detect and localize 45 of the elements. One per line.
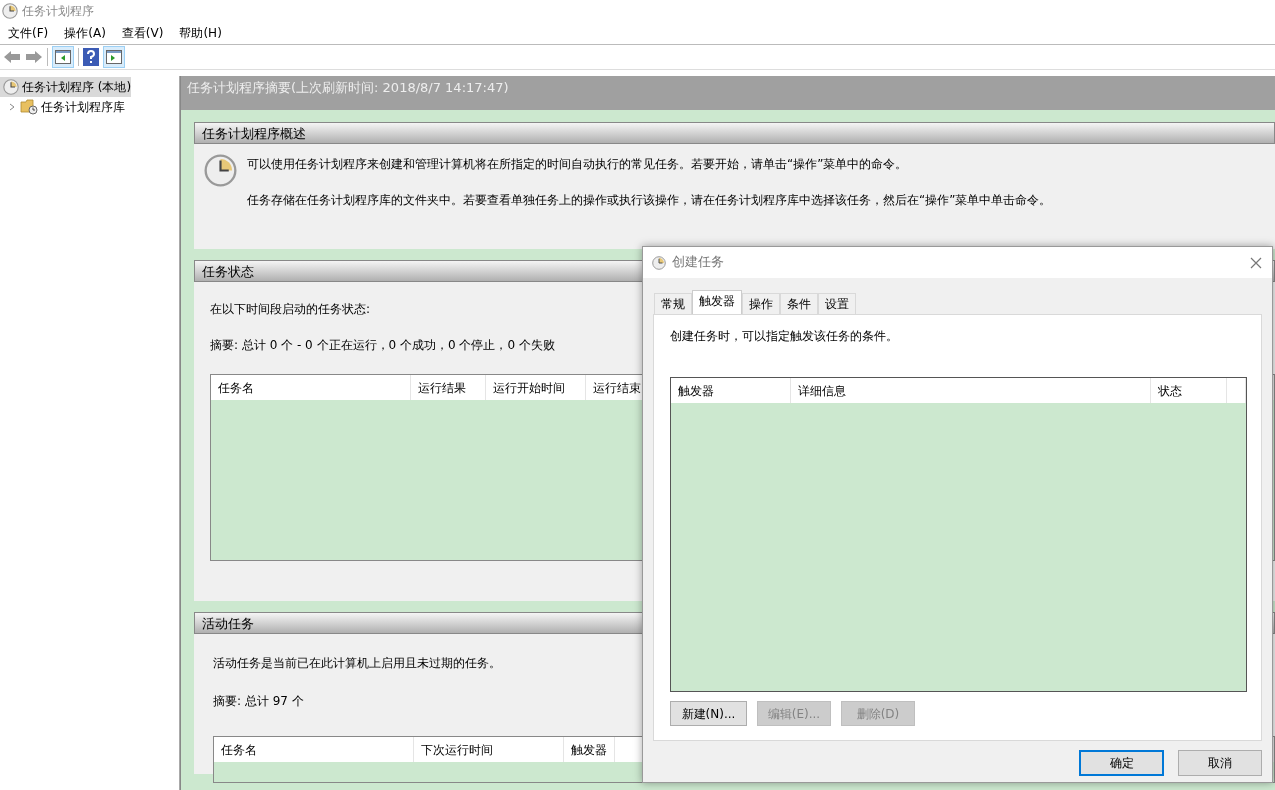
column-header[interactable]: 状态 xyxy=(1151,378,1227,403)
tab[interactable]: 常规 xyxy=(654,293,692,314)
column-header[interactable]: 触发器 xyxy=(671,378,791,403)
column-header[interactable]: 触发器 xyxy=(564,737,615,762)
column-header[interactable]: 任务名 xyxy=(211,375,411,400)
clock-icon xyxy=(2,3,18,19)
tree-item[interactable]: 任务计划程序 (本地) xyxy=(0,77,132,97)
tree-item[interactable]: 任务计划程序库 xyxy=(0,97,125,117)
folder-clock-icon xyxy=(20,99,38,115)
column-header[interactable]: 运行开始时间 xyxy=(486,375,586,400)
dialog-button[interactable]: 取消 xyxy=(1178,750,1262,776)
close-icon[interactable] xyxy=(1250,256,1262,269)
tab[interactable]: 操作 xyxy=(742,293,780,314)
status-text: 摘要: 总计 97 个 xyxy=(213,693,304,710)
clock-icon xyxy=(204,154,237,187)
back-icon[interactable] xyxy=(3,50,21,64)
column-header[interactable]: 详细信息 xyxy=(791,378,1151,403)
panel-header: 任务计划程序摘要(上次刷新时间: 2018/8/7 14:17:47) xyxy=(181,76,1275,110)
paragraph: 任务存储在任务计划程序库的文件夹中。若要查看单独任务上的操作或执行该操作，请在任务计划程序库中选择该任务，然后在“操作”菜单中单击命令。 xyxy=(247,192,1052,209)
tab[interactable]: 条件 xyxy=(780,293,818,314)
section-header: 任务计划程序概述 xyxy=(194,122,1275,144)
column-header[interactable]: 运行结果 xyxy=(411,375,486,400)
help-icon[interactable] xyxy=(83,48,99,66)
column-header[interactable]: 下次运行时间 xyxy=(414,737,564,762)
status-text: 摘要: 总计 0 个 - 0 个正在运行，0 个成功，0 个停止，0 个失败 xyxy=(210,337,555,354)
menu-item[interactable]: 操作(A) xyxy=(64,24,106,42)
clock-icon xyxy=(652,255,666,270)
forward-icon[interactable] xyxy=(25,50,43,64)
menu-item[interactable]: 帮助(H) xyxy=(179,24,222,42)
chevron-icon[interactable] xyxy=(7,102,17,112)
column-header[interactable]: 任务名 xyxy=(214,737,414,762)
paragraph: 可以使用任务计划程序来创建和管理计算机将在所指定的时间自动执行的常见任务。若要开始，请单击“操作”菜单中的命令。 xyxy=(247,156,909,173)
tab[interactable]: 设置 xyxy=(818,293,856,314)
status-text: 活动任务是当前已在此计算机上启用且未过期的任务。 xyxy=(213,655,501,672)
status-text: 在以下时间段启动的任务状态: xyxy=(210,301,371,318)
menu-item[interactable]: 文件(F) xyxy=(8,24,49,42)
dialog-button[interactable]: 确定 xyxy=(1079,750,1164,776)
description-text: 创建任务时，可以指定触发该任务的条件。 xyxy=(670,328,899,345)
menu-item[interactable]: 查看(V) xyxy=(121,24,164,42)
clock-icon xyxy=(3,79,19,95)
action-pane-icon[interactable] xyxy=(103,46,125,68)
tab[interactable]: 触发器 xyxy=(692,290,742,314)
action-button[interactable]: 新建(N)... xyxy=(670,701,747,726)
panel-toggle-icon[interactable] xyxy=(52,46,74,68)
window-title: 任务计划程序 xyxy=(22,3,94,20)
